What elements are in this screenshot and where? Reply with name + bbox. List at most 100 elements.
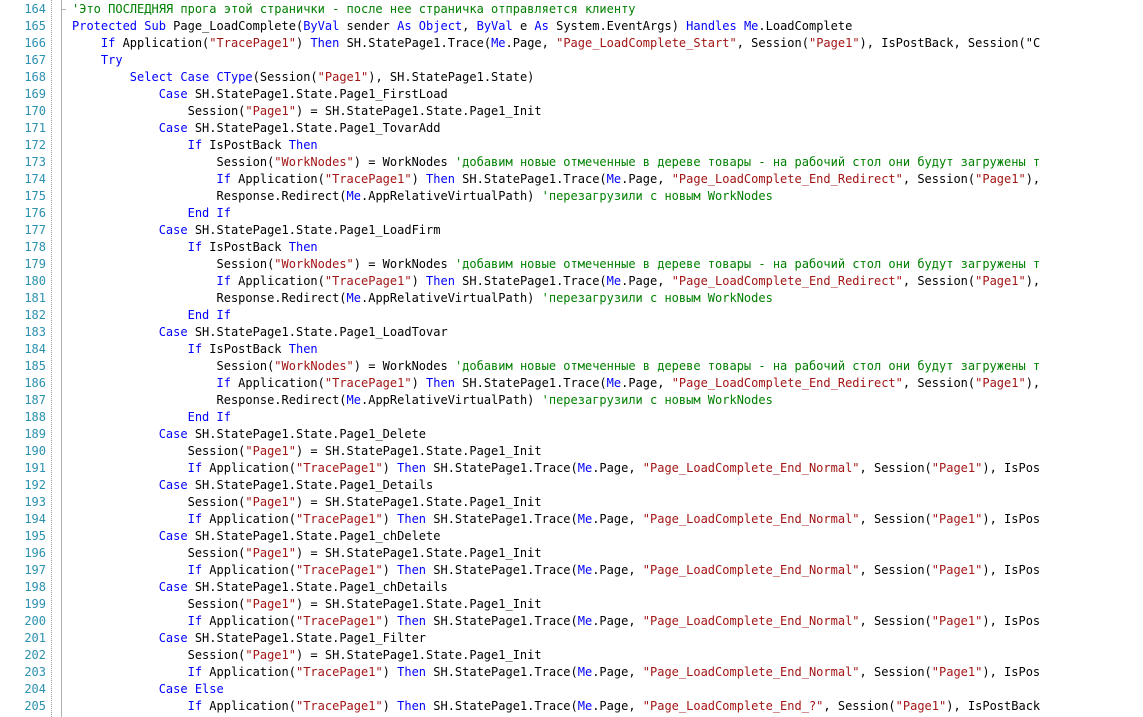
code-text[interactable]: Try xyxy=(72,52,123,69)
code-text[interactable]: Case Else xyxy=(72,681,224,698)
code-line[interactable]: 191 If Application("TracePage1") Then SH… xyxy=(0,460,1143,477)
code-text[interactable]: Case SH.StatePage1.State.Page1_chDelete xyxy=(72,528,441,545)
code-text[interactable]: Case SH.StatePage1.State.Page1_FirstLoad xyxy=(72,86,448,103)
code-line[interactable]: 205 If Application("TracePage1") Then SH… xyxy=(0,698,1143,715)
code-text[interactable]: If Application("TracePage1") Then SH.Sta… xyxy=(72,35,1040,52)
code-text[interactable]: If IsPostBack Then xyxy=(72,341,318,358)
code-line[interactable]: 179 Session("WorkNodes") = WorkNodes 'до… xyxy=(0,256,1143,273)
code-line[interactable]: 195 Case SH.StatePage1.State.Page1_chDel… xyxy=(0,528,1143,545)
code-text[interactable]: If Application("TracePage1") Then SH.Sta… xyxy=(72,375,1041,392)
code-line[interactable]: 196 Session("Page1") = SH.StatePage1.Sta… xyxy=(0,545,1143,562)
code-text[interactable]: Case SH.StatePage1.State.Page1_Delete xyxy=(72,426,426,443)
code-token: SH.StatePage1.Trace( xyxy=(426,699,578,713)
code-line[interactable]: 184 If IsPostBack Then xyxy=(0,341,1143,358)
code-text[interactable]: 'Это ПОСЛЕДНЯЯ прога этой странички - по… xyxy=(72,1,636,18)
code-text[interactable]: Session("Page1") = SH.StatePage1.State.P… xyxy=(72,596,542,613)
code-line[interactable]: 167 Try xyxy=(0,52,1143,69)
code-line[interactable]: 199 Session("Page1") = SH.StatePage1.Sta… xyxy=(0,596,1143,613)
code-text[interactable]: If Application("TracePage1") Then SH.Sta… xyxy=(72,273,1041,290)
code-line[interactable]: 187 Response.Redirect(Me.AppRelativeVirt… xyxy=(0,392,1143,409)
code-line[interactable]: 170 Session("Page1") = SH.StatePage1.Sta… xyxy=(0,103,1143,120)
code-line[interactable]: 201 Case SH.StatePage1.State.Page1_Filte… xyxy=(0,630,1143,647)
code-line[interactable]: 180 If Application("TracePage1") Then SH… xyxy=(0,273,1143,290)
code-line[interactable]: 166 If Application("TracePage1") Then SH… xyxy=(0,35,1143,52)
code-line[interactable]: 202 Session("Page1") = SH.StatePage1.Sta… xyxy=(0,647,1143,664)
line-number: 169 xyxy=(24,87,46,101)
code-text[interactable]: If IsPostBack Then xyxy=(72,137,318,154)
code-line[interactable]: 178 If IsPostBack Then xyxy=(0,239,1143,256)
line-number: 202 xyxy=(24,648,46,662)
code-line[interactable]: 200 If Application("TracePage1") Then SH… xyxy=(0,613,1143,630)
code-text[interactable]: Response.Redirect(Me.AppRelativeVirtualP… xyxy=(72,392,772,409)
code-line[interactable]: 173 Session("WorkNodes") = WorkNodes 'до… xyxy=(0,154,1143,171)
code-line[interactable]: 172 If IsPostBack Then xyxy=(0,137,1143,154)
code-line[interactable]: 190 Session("Page1") = SH.StatePage1.Sta… xyxy=(0,443,1143,460)
code-lines[interactable]: 164 'Это ПОСЛЕДНЯЯ прога этой странички -… xyxy=(0,1,1143,715)
code-text[interactable]: Session("WorkNodes") = WorkNodes 'добави… xyxy=(72,154,1040,171)
code-token: .Page, xyxy=(621,274,672,288)
code-text[interactable]: Case SH.StatePage1.State.Page1_TovarAdd xyxy=(72,120,441,137)
code-line[interactable]: 181 Response.Redirect(Me.AppRelativeVirt… xyxy=(0,290,1143,307)
code-line[interactable]: 197 If Application("TracePage1") Then SH… xyxy=(0,562,1143,579)
line-number: 173 xyxy=(24,155,46,169)
code-text[interactable]: If Application("TracePage1") Then SH.Sta… xyxy=(72,562,1041,579)
code-line[interactable]: 164 'Это ПОСЛЕДНЯЯ прога этой странички -… xyxy=(0,1,1143,18)
code-text[interactable]: If Application("TracePage1") Then SH.Sta… xyxy=(72,171,1041,188)
code-line[interactable]: 165 Protected Sub Page_LoadComplete(ByVal… xyxy=(0,18,1143,35)
code-line[interactable]: 204 Case Else xyxy=(0,681,1143,698)
code-line[interactable]: 182 End If xyxy=(0,307,1143,324)
code-line[interactable]: 175 Response.Redirect(Me.AppRelativeVirt… xyxy=(0,188,1143,205)
code-text[interactable]: Session("WorkNodes") = WorkNodes 'добави… xyxy=(72,256,1040,273)
code-editor[interactable]: 164 'Это ПОСЛЕДНЯЯ прога этой странички -… xyxy=(0,0,1143,717)
code-line[interactable]: 193 Session("Page1") = SH.StatePage1.Sta… xyxy=(0,494,1143,511)
code-text[interactable]: Select Case CType(Session("Page1"), SH.S… xyxy=(72,69,535,86)
code-line[interactable]: 177 Case SH.StatePage1.State.Page1_LoadF… xyxy=(0,222,1143,239)
code-text[interactable]: If Application("TracePage1") Then SH.Sta… xyxy=(72,698,1041,715)
code-token: , Session( xyxy=(736,36,809,50)
code-text[interactable]: End If xyxy=(72,409,231,426)
code-token: Application( xyxy=(115,36,210,50)
code-text[interactable]: If Application("TracePage1") Then SH.Sta… xyxy=(72,460,1041,477)
code-line[interactable]: 169 Case SH.StatePage1.State.Page1_First… xyxy=(0,86,1143,103)
code-text[interactable]: If Application("TracePage1") Then SH.Sta… xyxy=(72,664,1041,681)
code-text[interactable]: Response.Redirect(Me.AppRelativeVirtualP… xyxy=(72,188,772,205)
code-line[interactable]: 183 Case SH.StatePage1.State.Page1_LoadT… xyxy=(0,324,1143,341)
code-line[interactable]: 171 Case SH.StatePage1.State.Page1_Tovar… xyxy=(0,120,1143,137)
code-text[interactable]: If IsPostBack Then xyxy=(72,239,318,256)
code-line[interactable]: 186 If Application("TracePage1") Then SH… xyxy=(0,375,1143,392)
keyword-token: Case xyxy=(158,325,188,339)
code-text[interactable]: Response.Redirect(Me.AppRelativeVirtualP… xyxy=(72,290,772,307)
code-text[interactable]: Session("Page1") = SH.StatePage1.State.P… xyxy=(72,494,542,511)
code-text[interactable]: Case SH.StatePage1.State.Page1_chDetails xyxy=(72,579,448,596)
code-text[interactable]: Case SH.StatePage1.State.Page1_LoadFirm xyxy=(72,222,441,239)
code-line[interactable]: 192 Case SH.StatePage1.State.Page1_Detai… xyxy=(0,477,1143,494)
code-text[interactable]: Session("Page1") = SH.StatePage1.State.P… xyxy=(72,545,542,562)
code-text[interactable]: Session("WorkNodes") = WorkNodes 'добави… xyxy=(72,358,1040,375)
code-text[interactable]: If Application("TracePage1") Then SH.Sta… xyxy=(72,511,1041,528)
code-token: System.EventArgs) xyxy=(548,19,687,33)
code-text[interactable]: Case SH.StatePage1.State.Page1_LoadTovar xyxy=(72,324,448,341)
comment-token: 'Это ПОСЛЕДНЯЯ прога этой странички - по… xyxy=(72,2,636,16)
code-line[interactable]: 168 Select Case CType(Session("Page1"), … xyxy=(0,69,1143,86)
code-text[interactable]: End If xyxy=(72,205,231,222)
code-line[interactable]: 188 End If xyxy=(0,409,1143,426)
code-text[interactable]: If Application("TracePage1") Then SH.Sta… xyxy=(72,613,1041,630)
code-text[interactable]: Session("Page1") = SH.StatePage1.State.P… xyxy=(72,103,542,120)
code-text[interactable]: Case SH.StatePage1.State.Page1_Details xyxy=(72,477,434,494)
code-line[interactable]: 189 Case SH.StatePage1.State.Page1_Delet… xyxy=(0,426,1143,443)
code-line[interactable]: 203 If Application("TracePage1") Then SH… xyxy=(0,664,1143,681)
code-line[interactable]: 194 If Application("TracePage1") Then SH… xyxy=(0,511,1143,528)
code-text[interactable]: End If xyxy=(72,307,231,324)
code-text[interactable]: Session("Page1") = SH.StatePage1.State.P… xyxy=(72,647,542,664)
line-number: 176 xyxy=(24,206,46,220)
code-line[interactable]: 174 If Application("TracePage1") Then SH… xyxy=(0,171,1143,188)
code-text[interactable]: Protected Sub Page_LoadComplete(ByVal se… xyxy=(72,18,852,35)
code-line[interactable]: 198 Case SH.StatePage1.State.Page1_chDet… xyxy=(0,579,1143,596)
code-text[interactable]: Session("Page1") = SH.StatePage1.State.P… xyxy=(72,443,542,460)
code-line[interactable]: 176 End If xyxy=(0,205,1143,222)
code-line[interactable]: 185 Session("WorkNodes") = WorkNodes 'до… xyxy=(0,358,1143,375)
code-text[interactable]: Case SH.StatePage1.State.Page1_Filter xyxy=(72,630,426,647)
